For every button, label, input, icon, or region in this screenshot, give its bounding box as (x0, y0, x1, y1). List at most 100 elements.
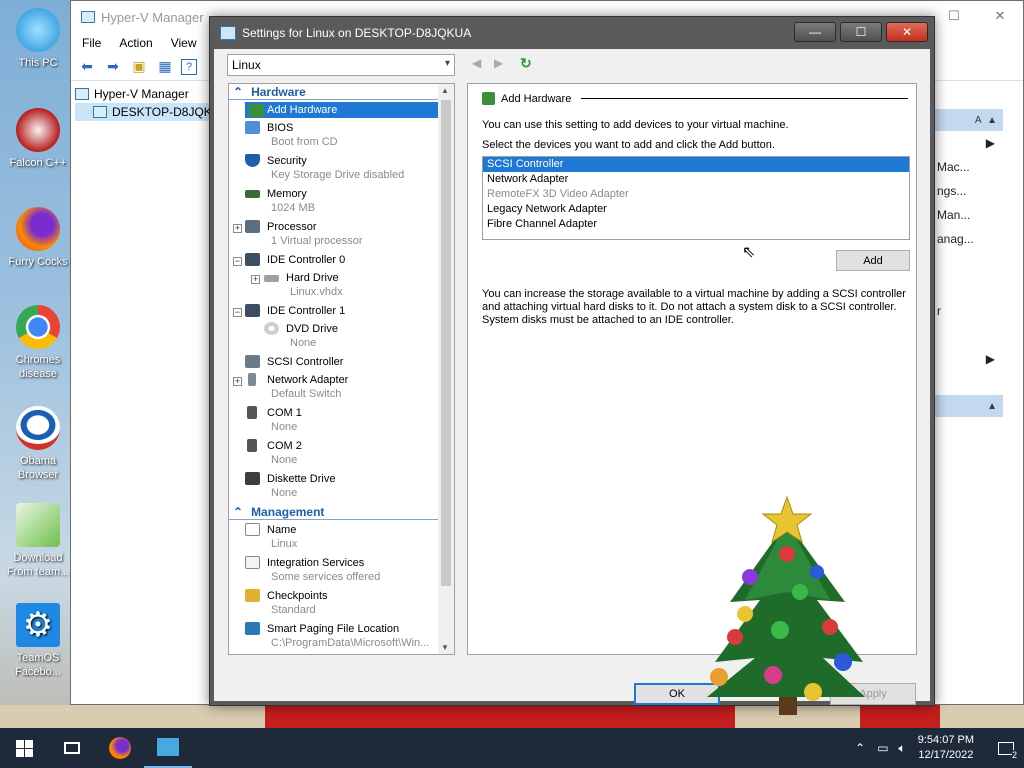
tree-item-security[interactable]: Security Key Storage Drive disabled (245, 154, 404, 182)
collapse-ide0-icon[interactable]: − (233, 257, 242, 266)
hardware-section-header[interactable]: ⌃ Hardware (229, 84, 439, 100)
hyperv-app-icon (157, 738, 179, 756)
desktop-icon-this-pc[interactable]: This PC (4, 8, 72, 70)
panel-intro: You can use this setting to add devices … (482, 119, 789, 131)
tree-root[interactable]: Hyper-V Manager (75, 85, 228, 103)
tree-item-ide-controller-1[interactable]: IDE Controller 1 (245, 304, 345, 318)
device-option[interactable]: Network Adapter (483, 172, 909, 187)
task-view-button[interactable] (48, 728, 96, 768)
show-pane-icon[interactable]: ▦ (155, 57, 175, 77)
tree-item-hard-drive[interactable]: Hard Drive Linux.vhdx (264, 271, 343, 299)
tree-item-diskette-drive[interactable]: Diskette Drive None (245, 472, 335, 500)
maximize-icon[interactable]: ☐ (931, 1, 977, 31)
action-item[interactable]: Mac... (933, 155, 1003, 179)
nav-forward-icon[interactable]: ▶ (494, 56, 503, 70)
windows-logo-icon (15, 739, 33, 757)
action-item[interactable]: r (933, 299, 1003, 323)
expand-network-icon[interactable]: + (233, 377, 242, 386)
settings-tree: ⌃ Hardware Add Hardware BIOS Boot from C… (228, 83, 455, 655)
scroll-up-icon[interactable]: ▲ (441, 86, 449, 95)
tree-host[interactable]: DESKTOP-D8JQKUA (75, 103, 229, 121)
folder-up-icon[interactable]: ▣ (129, 57, 149, 77)
forward-arrow-icon[interactable]: ➡ (103, 57, 123, 77)
tree-item-sub: Some services offered (271, 571, 381, 583)
taskbar-firefox[interactable] (96, 728, 144, 768)
tree-item-memory[interactable]: Memory 1024 MB (245, 187, 316, 215)
tree-item-add-hardware[interactable]: Add Hardware (245, 102, 439, 118)
scrollbar-thumb[interactable] (441, 100, 451, 586)
tree-item-processor[interactable]: Processor 1 Virtual processor (245, 220, 363, 248)
tree-item-com2[interactable]: COM 2 None (247, 439, 302, 467)
management-section-header[interactable]: ⌃ Management (229, 504, 439, 520)
back-arrow-icon[interactable]: ⬅ (77, 57, 97, 77)
device-option[interactable]: SCSI Controller (483, 157, 909, 172)
collapse-ide1-icon[interactable]: − (233, 308, 242, 317)
minimize-icon[interactable]: — (794, 22, 836, 42)
network-icon[interactable]: ▭ (877, 741, 888, 755)
tree-item-scsi-controller[interactable]: SCSI Controller (245, 355, 343, 369)
tree-item-com1[interactable]: COM 1 None (247, 406, 302, 434)
close-icon[interactable]: ✕ (886, 22, 928, 42)
tree-item-smart-paging[interactable]: Smart Paging File Location C:\ProgramDat… (245, 622, 429, 650)
expand-hard-drive-icon[interactable]: + (251, 275, 260, 284)
right-scrollbar[interactable] (917, 83, 927, 655)
mouse-cursor-icon: ⇖ (742, 244, 756, 261)
tree-item-sub: Linux (271, 538, 298, 550)
volume-icon[interactable]: 🔈︎ (899, 741, 906, 756)
action-item[interactable]: ngs... (933, 179, 1003, 203)
scroll-down-icon[interactable]: ▼ (441, 643, 449, 652)
help-icon[interactable]: ? (181, 58, 197, 75)
device-list[interactable]: SCSI Controller Network Adapter RemoteFX… (482, 156, 910, 240)
tree-item-label: Network Adapter (267, 374, 349, 386)
notification-center-button[interactable]: 2 (988, 728, 1024, 768)
action-item[interactable]: ▶ (933, 131, 1003, 155)
taskbar: ⌃ ▭ 🔈︎ 9:54:07 PM 12/17/2022 2 (0, 728, 1024, 768)
menu-file[interactable]: File (82, 36, 101, 50)
clock[interactable]: 9:54:07 PM 12/17/2022 (918, 733, 974, 763)
maximize-icon[interactable]: ☐ (840, 22, 882, 42)
dialog-window-controls: — ☐ ✕ (794, 22, 928, 42)
desktop-icon-label: This PC (18, 57, 58, 69)
close-icon[interactable]: ✕ (977, 1, 1023, 31)
chevron-up-icon[interactable]: ⌃ (855, 741, 865, 755)
tree-item-network-adapter[interactable]: Network Adapter Default Switch (248, 373, 349, 401)
expand-processor-icon[interactable]: + (233, 224, 242, 233)
panel-instruction: Select the devices you want to add and c… (482, 139, 775, 151)
tree-item-label: Name (267, 524, 297, 536)
menu-view[interactable]: View (171, 36, 197, 50)
clock-time: 9:54:07 PM (917, 734, 974, 746)
tree-item-name[interactable]: Name Linux (245, 523, 298, 551)
action-item[interactable]: ▶ (933, 347, 1003, 371)
tree-item-checkpoints[interactable]: Checkpoints Standard (245, 589, 328, 617)
tree-scrollbar[interactable]: ▲ ▼ (438, 84, 454, 654)
device-option[interactable]: Legacy Network Adapter (483, 202, 909, 217)
action-item[interactable]: Man... (933, 203, 1003, 227)
taskbar-hyperv[interactable] (144, 728, 192, 768)
desktop-icon-download[interactable]: Download From team... (4, 503, 72, 579)
refresh-icon[interactable]: ↻ (520, 55, 532, 72)
desktop-icon-obama-browser[interactable]: Obama Browser (4, 406, 72, 482)
actions-header-2[interactable]: ▲ (933, 395, 1003, 417)
desktop-icon-teamos[interactable]: ⚙ TeamOS Facebo... (4, 603, 72, 679)
desktop-icon-firefox[interactable]: Furry Cocks (4, 207, 72, 269)
com-port-icon (247, 439, 257, 452)
tree-item-bios[interactable]: BIOS Boot from CD (245, 121, 338, 149)
tree-item-sub: None (271, 487, 298, 499)
desktop-icon-falcon[interactable]: Falcon C++ (4, 108, 72, 170)
hyperv-app-icon (81, 11, 95, 23)
menu-action[interactable]: Action (119, 36, 152, 50)
device-option[interactable]: Fibre Channel Adapter (483, 217, 909, 232)
desktop-icon-chrome[interactable]: Chromes disease (4, 305, 72, 381)
tree-item-integration-services[interactable]: Integration Services Some services offer… (245, 556, 381, 584)
tree-item-ide-controller-0[interactable]: IDE Controller 0 (245, 253, 345, 267)
add-button[interactable]: Add (836, 250, 910, 271)
start-button[interactable] (0, 728, 48, 768)
integration-services-icon (245, 556, 260, 569)
nav-back-icon[interactable]: ◀ (472, 56, 481, 70)
vm-select[interactable]: Linux ▾ (227, 54, 455, 76)
hard-drive-icon (264, 275, 279, 282)
tree-item-dvd-drive[interactable]: DVD Drive None (264, 322, 338, 350)
action-item[interactable]: anag... (933, 227, 1003, 251)
tree-item-sub: 1024 MB (271, 202, 316, 214)
actions-header[interactable]: A ▲ (933, 109, 1003, 131)
